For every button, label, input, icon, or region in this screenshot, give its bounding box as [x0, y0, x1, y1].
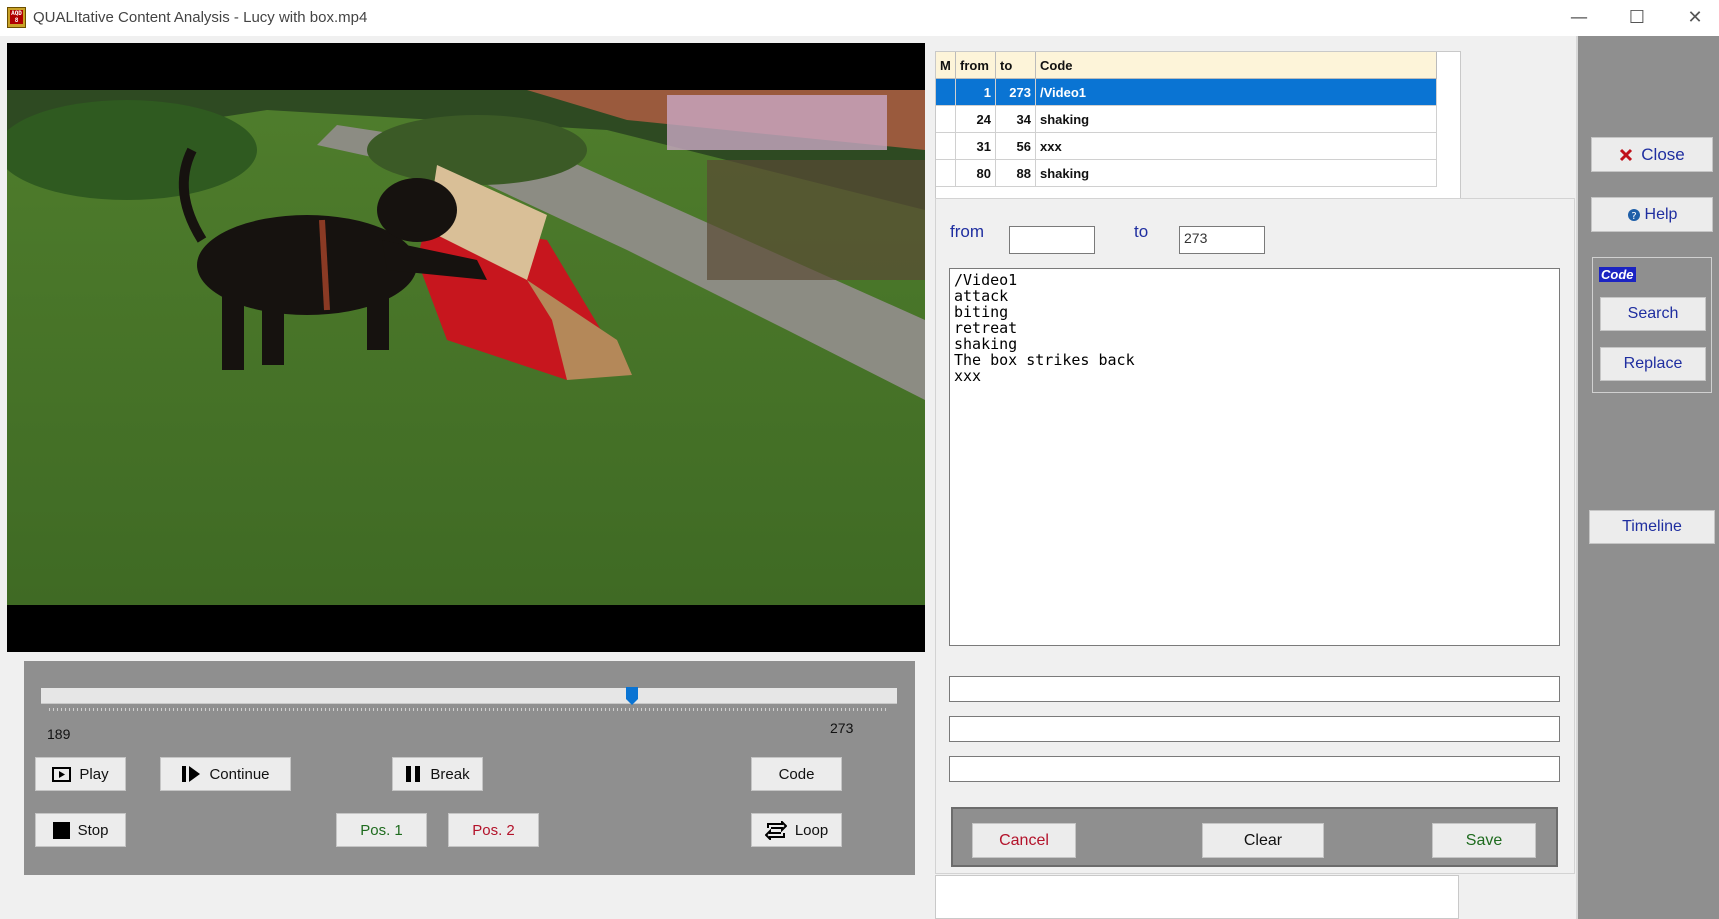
loop-button[interactable]: Loop [751, 813, 842, 847]
pos1-button[interactable]: Pos. 1 [336, 813, 427, 847]
close-window-button[interactable]: ✕ [1672, 4, 1718, 32]
player-control-panel: 189 273 Play Continue Break Code Stop Po… [24, 661, 915, 875]
from-input[interactable] [1009, 226, 1095, 254]
cell-code: xxx [1035, 132, 1437, 160]
col-header-code[interactable]: Code [1035, 52, 1437, 79]
position-slider-thumb[interactable] [625, 687, 638, 705]
help-button[interactable]: ? Help [1591, 197, 1713, 232]
cell-code: shaking [1035, 159, 1437, 187]
svg-text:?: ? [1631, 211, 1636, 222]
loop-icon [764, 820, 787, 840]
col-header-to[interactable]: to [995, 52, 1036, 79]
table-row[interactable]: 31 56 xxx [936, 132, 1437, 160]
play-button[interactable]: Play [35, 757, 126, 791]
code-list-item[interactable]: shaking [954, 336, 1555, 352]
cell-m [936, 105, 956, 133]
pos2-button[interactable]: Pos. 2 [448, 813, 539, 847]
break-label: Break [430, 765, 470, 783]
cell-from: 80 [955, 159, 996, 187]
close-button[interactable]: Close [1591, 137, 1713, 172]
cell-from: 24 [955, 105, 996, 133]
memo-field-2[interactable] [949, 716, 1560, 742]
search-button[interactable]: Search [1600, 297, 1706, 331]
continue-label: Continue [209, 765, 270, 783]
code-list[interactable]: /Video1 attack biting retreat shaking Th… [949, 268, 1560, 646]
slider-ticks [49, 708, 889, 711]
replace-button[interactable]: Replace [1600, 347, 1706, 381]
slider-start-label: 189 [47, 726, 71, 742]
form-action-bar: Cancel Clear Save [951, 807, 1558, 867]
cell-from: 31 [955, 132, 996, 160]
video-frame [7, 90, 925, 605]
save-button[interactable]: Save [1432, 823, 1536, 858]
stop-label: Stop [77, 821, 109, 839]
close-icon [1620, 148, 1633, 161]
table-row[interactable]: 24 34 shaking [936, 105, 1437, 133]
window-title: QUALItative Content Analysis - Lucy with… [33, 9, 368, 26]
app-icon-text: AQD 8 [10, 10, 23, 24]
cell-to: 88 [995, 159, 1036, 187]
code-list-item[interactable]: The box strikes back [954, 352, 1555, 368]
cell-m [936, 159, 956, 187]
cell-m [936, 78, 956, 106]
code-list-item[interactable]: xxx [954, 368, 1555, 384]
to-input[interactable]: 273 [1179, 226, 1265, 254]
stop-icon [52, 821, 70, 839]
codings-table[interactable]: M from to Code 1 273 /Video1 24 34 shaki… [935, 51, 1461, 199]
cell-to: 273 [995, 78, 1036, 106]
position-slider-track[interactable] [41, 688, 897, 704]
code-list-item[interactable]: retreat [954, 320, 1555, 336]
continue-button[interactable]: Continue [160, 757, 291, 791]
video-player[interactable] [7, 43, 925, 652]
code-list-item[interactable]: attack [954, 288, 1555, 304]
cell-m [936, 132, 956, 160]
clear-button[interactable]: Clear [1202, 823, 1324, 858]
break-button[interactable]: Break [392, 757, 483, 791]
code-list-item[interactable]: biting [954, 304, 1555, 320]
slider-end-label: 273 [830, 720, 854, 736]
pos1-label: Pos. 1 [360, 821, 403, 839]
col-header-m[interactable]: M [936, 52, 956, 79]
table-row[interactable]: 1 273 /Video1 [936, 78, 1437, 106]
help-icon: ? [1627, 208, 1640, 222]
code-group-label: Code [1599, 267, 1636, 282]
cell-to: 56 [995, 132, 1036, 160]
help-label: Help [1644, 205, 1678, 223]
cell-from: 1 [955, 78, 996, 106]
minimize-button[interactable]: — [1556, 4, 1602, 32]
maximize-button[interactable]: ☐ [1614, 4, 1660, 32]
cell-to: 34 [995, 105, 1036, 133]
memo-field-1[interactable] [949, 676, 1560, 702]
status-box [935, 875, 1459, 919]
timeline-button[interactable]: Timeline [1589, 510, 1715, 544]
play-label: Play [79, 765, 109, 783]
continue-icon [182, 766, 201, 782]
to-label: to [1134, 222, 1149, 241]
code-label: Code [778, 765, 815, 783]
pos2-label: Pos. 2 [472, 821, 515, 839]
close-label: Close [1641, 144, 1685, 164]
play-icon [52, 766, 72, 782]
cell-code: shaking [1035, 105, 1437, 133]
cancel-button[interactable]: Cancel [972, 823, 1076, 858]
pause-icon [406, 766, 421, 782]
code-list-item[interactable]: /Video1 [954, 272, 1555, 288]
code-button[interactable]: Code [751, 757, 842, 791]
table-header: M from to Code [936, 52, 1437, 79]
col-header-from[interactable]: from [955, 52, 996, 79]
table-row[interactable]: 80 88 shaking [936, 159, 1437, 187]
loop-label: Loop [794, 821, 829, 839]
stop-button[interactable]: Stop [35, 813, 126, 847]
cell-code: /Video1 [1035, 78, 1437, 106]
memo-field-3[interactable] [949, 756, 1560, 782]
app-icon: AQD 8 [7, 7, 26, 28]
from-label: from [950, 222, 984, 241]
